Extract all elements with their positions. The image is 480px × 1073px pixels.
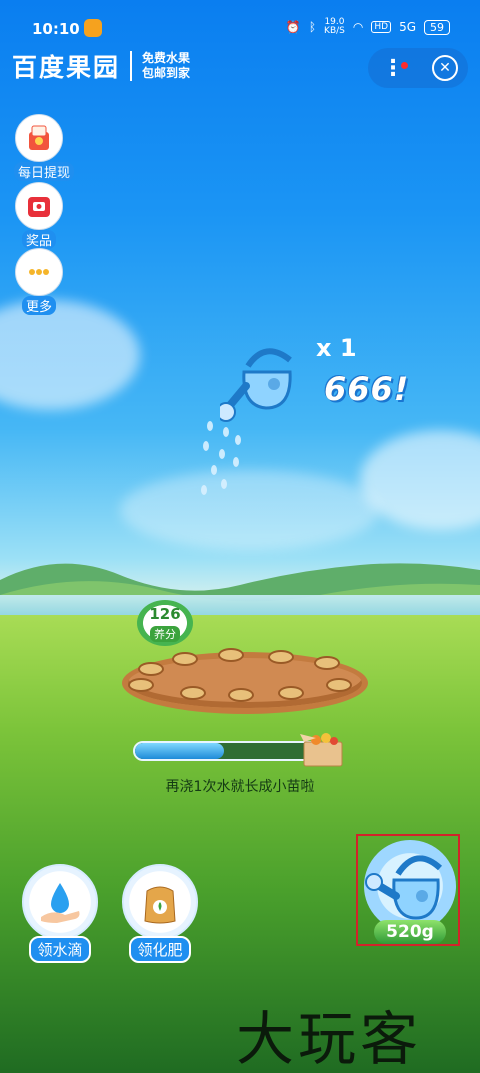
side-item-label: 奖品 (21, 230, 56, 249)
weibo-notification-icon (84, 19, 102, 37)
hd-badge: HD (371, 21, 392, 33)
brand-logo: 百度果园 (12, 53, 121, 82)
bluetooth-icon: ᛒ (308, 20, 317, 34)
cloud (0, 300, 140, 410)
growth-progress-fill (135, 743, 225, 759)
more-dots-icon (15, 248, 63, 296)
fruit-box-icon[interactable] (300, 728, 346, 768)
get-fertilizer-label: 领化肥 (129, 936, 191, 963)
brand-tagline: 免费水果 包邮到家 (130, 51, 190, 81)
watering-can-icon (364, 840, 456, 932)
stump (228, 688, 254, 702)
fertilizer-bag-icon (122, 864, 198, 940)
notification-dot (401, 61, 408, 69)
stump (268, 650, 294, 664)
prize-box-icon (15, 182, 63, 230)
water-amount: 520g (374, 920, 446, 944)
stump (314, 656, 340, 670)
nutrient-label: 养分 (150, 626, 180, 642)
baidu-orchard-screen: 10:10 ⏰ ᛒ 19.0 KB/S ◠ HD 5G 59 百度果园 免费水果 … (0, 0, 480, 1073)
signal-5g: 5G (399, 20, 416, 34)
nutrient-badge[interactable]: 126 养分 (137, 600, 193, 646)
growth-progress-bar (133, 741, 323, 761)
battery-indicator: 59 (424, 19, 450, 35)
get-water-button[interactable]: 领水滴 (20, 864, 100, 963)
network-speed: 19.0 KB/S (324, 18, 345, 36)
side-item-prizes[interactable]: 奖品 (14, 182, 64, 249)
status-bar: 10:10 ⏰ ᛒ 19.0 KB/S ◠ HD 5G 59 (0, 0, 480, 40)
side-item-more[interactable]: 更多 (14, 248, 64, 315)
side-item-label: 更多 (21, 296, 56, 315)
tagline-line1: 免费水果 (142, 51, 191, 65)
combo-multiplier: x 1 (316, 334, 357, 362)
combo-praise: 666! (324, 370, 410, 408)
water-drop-hand-icon (22, 864, 98, 940)
stump (278, 686, 304, 700)
status-icons: ⏰ ᛒ 19.0 KB/S ◠ HD 5G 59 (286, 18, 450, 36)
watering-can-pouring-icon (220, 348, 292, 422)
stump (218, 648, 244, 662)
stump (180, 686, 206, 700)
water-drops (201, 421, 241, 495)
alarm-icon: ⏰ (285, 20, 301, 34)
speed-unit: KB/S (324, 26, 345, 36)
dirt-plot (122, 648, 368, 714)
side-item-daily-cash[interactable]: 每日提现 (14, 114, 75, 181)
water-button[interactable]: 520g (356, 834, 460, 946)
get-fertilizer-button[interactable]: 领化肥 (120, 864, 200, 963)
miniapp-capsule: ⋮ ✕ (368, 48, 468, 88)
nutrient-value: 126 (149, 605, 181, 623)
wifi-icon: ◠ (352, 20, 364, 34)
stump (172, 652, 198, 666)
close-icon[interactable]: ✕ (432, 55, 458, 81)
cash-gift-icon (15, 114, 63, 162)
stump (138, 662, 164, 676)
stump (128, 678, 154, 692)
growth-hint: 再浇1次水就长成小苗啦 (165, 779, 315, 795)
combo-indicator: x 1 666! (316, 334, 408, 408)
get-water-label: 领水滴 (29, 936, 91, 963)
more-menu-button[interactable]: ⋮ (368, 56, 418, 81)
tagline-line2: 包邮到家 (142, 66, 191, 80)
status-time: 10:10 (32, 20, 80, 38)
side-item-label: 每日提现 (14, 162, 75, 181)
app-header: 百度果园 免费水果 包邮到家 (12, 48, 190, 84)
watermark: 大玩客 (236, 1005, 423, 1073)
more-icon: ⋮ (382, 55, 404, 81)
stump (326, 678, 352, 692)
